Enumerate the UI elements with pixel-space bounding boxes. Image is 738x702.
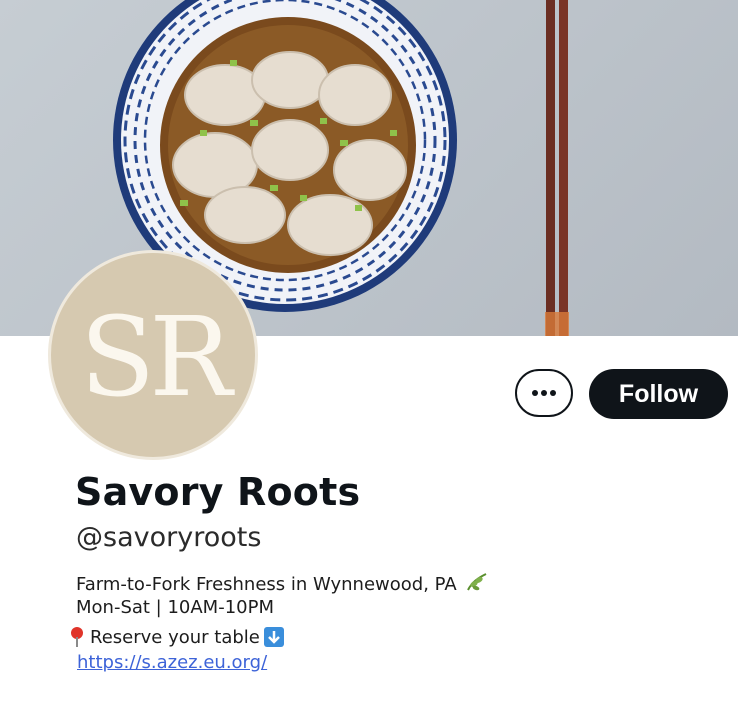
bio-line-reserve: Reserve your table: [68, 626, 284, 648]
profile-avatar[interactable]: SR: [48, 250, 258, 460]
profile-name: Savory Roots: [75, 470, 361, 514]
location-pin-icon: [71, 627, 83, 647]
bio-line-location: Farm-to-Fork Freshness in Wynnewood, PA: [76, 572, 488, 595]
ellipsis-icon: [532, 390, 556, 396]
profile-website-link[interactable]: https://s.azez.eu.org/: [77, 652, 267, 673]
more-options-button[interactable]: [515, 369, 573, 417]
bio-location-text: Farm-to-Fork Freshness in Wynnewood, PA: [76, 574, 457, 595]
bio-line-hours: Mon-Sat | 10AM-10PM: [76, 597, 274, 618]
avatar-initials: SR: [79, 293, 232, 421]
down-arrow-icon: [263, 627, 284, 647]
reserve-text: Reserve your table: [90, 626, 260, 648]
profile-handle: @savoryroots: [76, 522, 262, 553]
herb-icon: [467, 573, 487, 591]
follow-button[interactable]: Follow: [589, 369, 728, 419]
